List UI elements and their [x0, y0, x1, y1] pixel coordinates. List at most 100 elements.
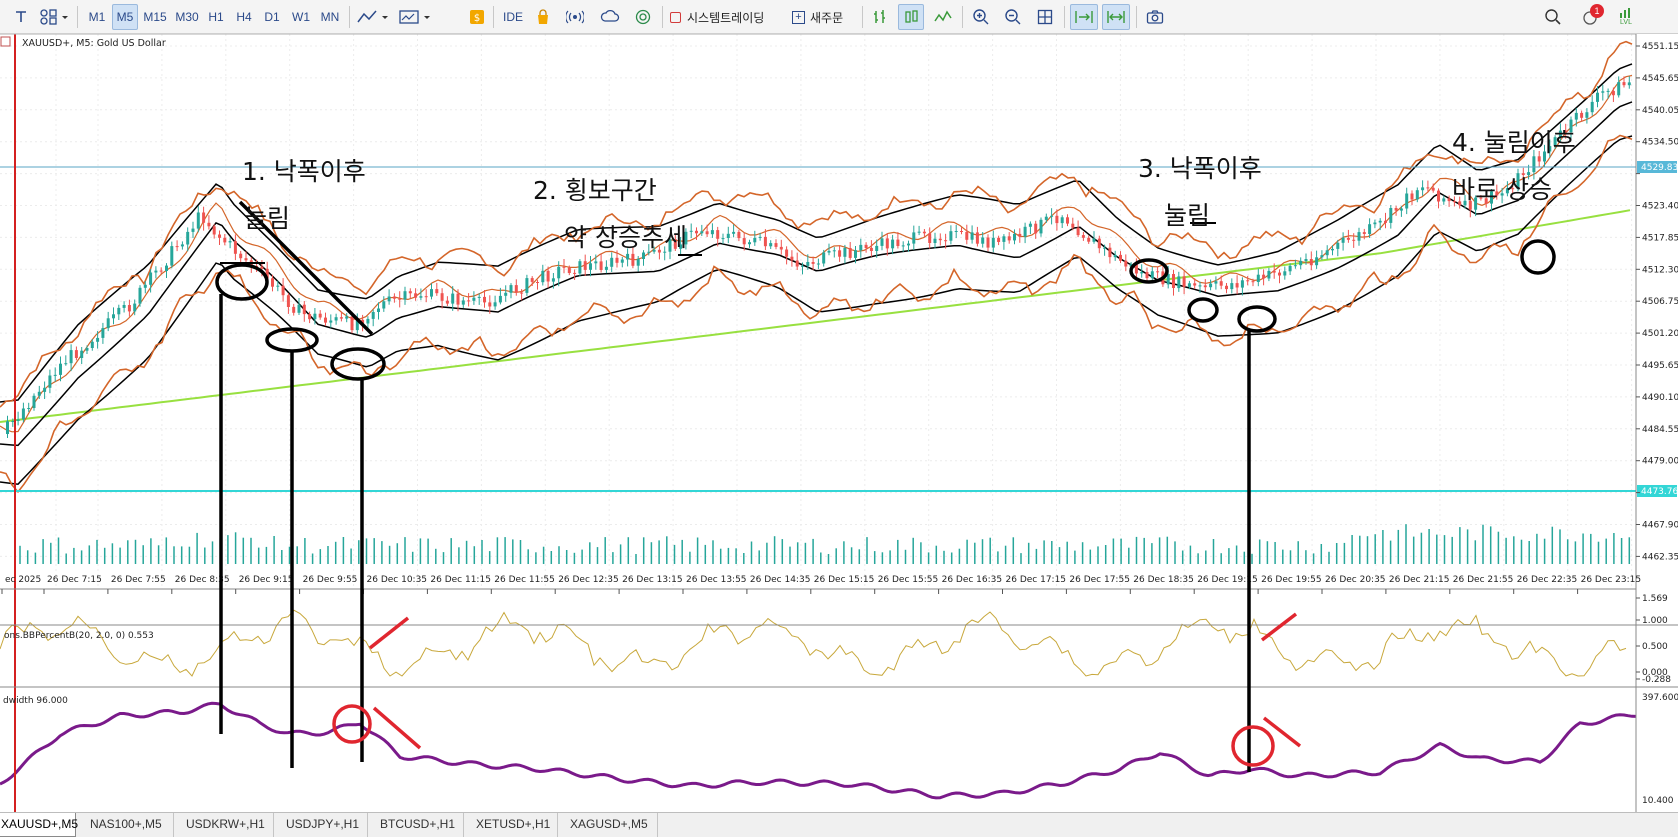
- zoom-out-icon[interactable]: [1000, 4, 1026, 30]
- notifications-icon[interactable]: 1: [1576, 4, 1606, 30]
- timeframe-button-d1[interactable]: D1: [260, 4, 284, 30]
- timeframe-button-w1[interactable]: W1: [288, 4, 314, 30]
- candle-body: [382, 301, 386, 309]
- candle-body: [1315, 257, 1319, 266]
- candle-body: [302, 304, 306, 315]
- candle-body: [16, 419, 20, 421]
- vps-icon[interactable]: [597, 4, 623, 30]
- timeframe-button-m30[interactable]: M30: [172, 4, 202, 30]
- candle-body: [1447, 198, 1451, 202]
- bar-chart-icon[interactable]: [898, 4, 924, 30]
- candle-body: [74, 350, 78, 358]
- candle-body: [769, 243, 773, 247]
- candle-body: [1060, 217, 1064, 224]
- candle-body: [562, 266, 566, 268]
- tab-btcusd-h1[interactable]: BTCUSD+,H1: [372, 813, 464, 837]
- annotation-1: 1. 낙폭이후 눌림: [242, 157, 366, 233]
- search-icon[interactable]: [1540, 4, 1566, 30]
- templates-icon[interactable]: [396, 4, 436, 30]
- tab-usdjpy-h1[interactable]: USDJPY+,H1: [278, 813, 368, 837]
- candle-body: [1394, 208, 1398, 211]
- time-tick-label: 26 Dec 21:55: [1453, 575, 1514, 585]
- ide-button[interactable]: IDE: [499, 4, 527, 30]
- candle-body: [1362, 232, 1366, 234]
- bbpercent-tick-label: 0.500: [1642, 642, 1668, 652]
- annotation-2-line2: 약 상승추세: [564, 223, 687, 252]
- new-order-button[interactable]: + 새주문: [792, 4, 854, 30]
- candle-body: [1076, 227, 1080, 236]
- candle-body: [822, 252, 826, 264]
- timeframe-button-m5[interactable]: M5: [112, 4, 138, 30]
- timeframe-button-mn[interactable]: MN: [316, 4, 344, 30]
- candle-body: [758, 236, 762, 238]
- price-tick-label: 4512.30: [1642, 265, 1678, 275]
- candle-body: [604, 266, 608, 270]
- market-icon[interactable]: $: [466, 4, 488, 30]
- candle-body: [742, 238, 746, 245]
- timeframe-button-h4[interactable]: H4: [232, 4, 256, 30]
- chart-shift-icon[interactable]: [1102, 4, 1130, 30]
- lvl-button[interactable]: LVL: [1612, 4, 1640, 30]
- timeframe-button-m1[interactable]: M1: [84, 4, 110, 30]
- algo-trading-button[interactable]: 시스템트레이딩: [670, 4, 786, 30]
- screenshot-icon[interactable]: [1142, 4, 1168, 30]
- objects-icon[interactable]: [36, 4, 72, 30]
- candle-body: [732, 231, 736, 234]
- autoscroll-icon[interactable]: [1070, 4, 1098, 30]
- line-chart-icon[interactable]: [930, 4, 956, 30]
- candle-body: [689, 230, 693, 232]
- time-tick-label: 26 Dec 15:15: [814, 575, 875, 585]
- candle-body: [806, 262, 810, 266]
- candle-body: [1389, 208, 1393, 223]
- signals-icon[interactable]: [563, 4, 587, 30]
- timeframe-button-m15[interactable]: M15: [140, 4, 170, 30]
- candle-body: [1119, 254, 1122, 261]
- candle-body: [85, 348, 89, 351]
- time-tick-label: 26 Dec 12:35: [558, 575, 619, 585]
- text-tool-icon[interactable]: [8, 4, 34, 30]
- candle-body: [705, 231, 709, 235]
- tab-xetusd-h1[interactable]: XETUSD+,H1: [468, 813, 558, 837]
- tab-xagusd-m5[interactable]: XAGUSD+,M5: [562, 813, 658, 837]
- tile-windows-icon[interactable]: [1032, 4, 1058, 30]
- depth-icon[interactable]: [868, 4, 892, 30]
- zoom-in-icon[interactable]: [968, 4, 994, 30]
- candle-body: [875, 245, 879, 251]
- time-tick-label: 26 Dec 19:55: [1261, 575, 1322, 585]
- timeframe-button-h1[interactable]: H1: [204, 4, 228, 30]
- shop-icon[interactable]: [531, 4, 555, 30]
- time-tick-label: 26 Dec 18:35: [1133, 575, 1194, 585]
- candle-body: [626, 253, 630, 260]
- time-tick-label: 26 Dec 13:55: [686, 575, 747, 585]
- browser-icon[interactable]: [631, 4, 655, 30]
- price-tick-label: 4484.55: [1642, 425, 1678, 435]
- candle-body: [975, 232, 979, 244]
- candle-body: [811, 262, 815, 264]
- candle-body: [753, 237, 757, 243]
- tab-usdkrw-h1[interactable]: USDKRW+,H1: [178, 813, 274, 837]
- candle-body: [260, 266, 264, 269]
- candle-body: [599, 261, 603, 270]
- candle-body: [430, 289, 433, 297]
- tab-xauusd-m5[interactable]: XAUUSD+,M5: [0, 813, 78, 837]
- candle-body: [901, 245, 905, 247]
- candle-body: [981, 237, 985, 244]
- bandwidth-line: [0, 701, 1637, 800]
- candle-body: [726, 233, 730, 238]
- red-circle-marker: [1231, 725, 1275, 767]
- price-chart[interactable]: 4529.83 4473.76 4551.15 4545.65 4540.05 4534…: [0, 34, 1678, 812]
- indicators-icon[interactable]: [354, 4, 394, 30]
- tab-nas100-m5[interactable]: NAS100+,M5: [82, 813, 174, 837]
- candle-body: [488, 302, 492, 307]
- red-slope-marker: [1262, 716, 1302, 748]
- candle-body: [339, 317, 343, 319]
- candle-body: [1532, 156, 1536, 173]
- candle-body: [1256, 274, 1260, 282]
- candle-body: [1272, 270, 1276, 273]
- price-tick-label: 4551.15: [1642, 42, 1678, 52]
- candle-body: [1262, 274, 1266, 279]
- candle-body: [1023, 226, 1027, 237]
- candle-body: [271, 278, 274, 287]
- candle-body: [960, 231, 963, 232]
- candle-body: [536, 282, 539, 283]
